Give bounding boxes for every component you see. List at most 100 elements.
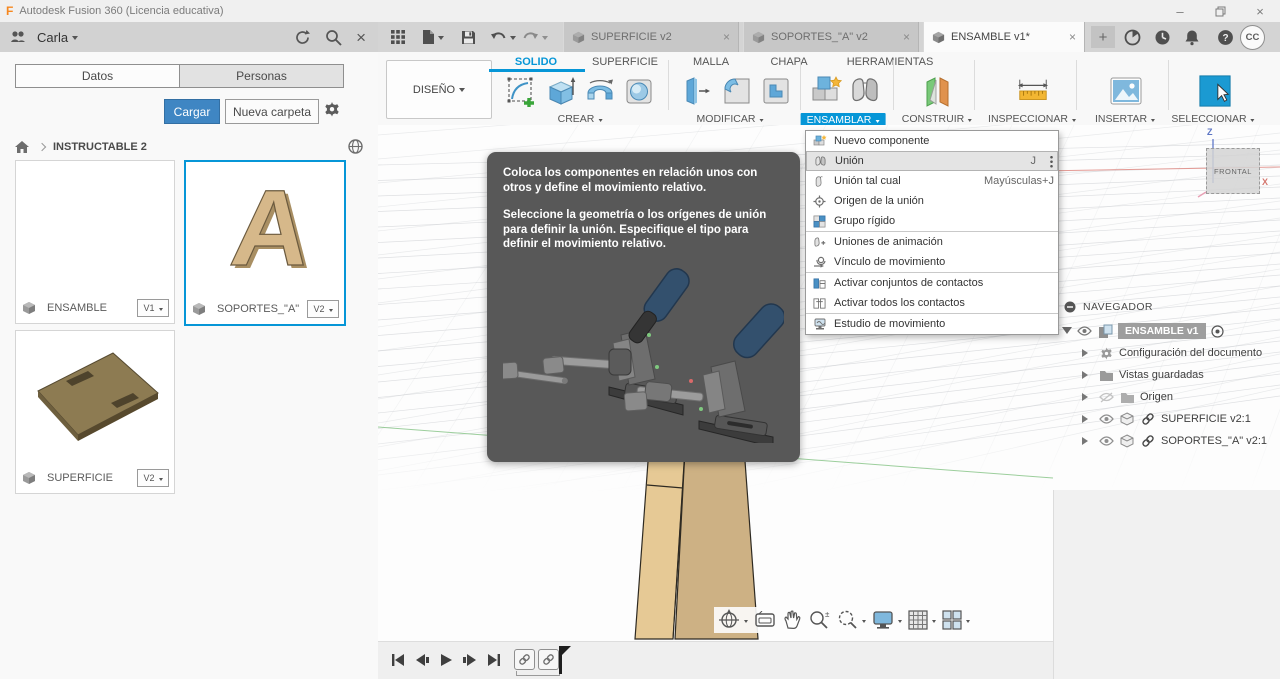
tab-datos[interactable]: Datos <box>15 64 179 88</box>
eye-icon[interactable] <box>1098 411 1114 427</box>
data-settings-gear-icon[interactable] <box>322 99 342 119</box>
group-label-crear[interactable]: CREAR <box>558 113 603 125</box>
browser-collapse-icon[interactable] <box>1062 299 1078 315</box>
menu-item-estudio-movimiento[interactable]: Estudio de movimiento <box>806 313 1058 334</box>
new-component-icon[interactable] <box>810 74 844 108</box>
new-folder-button[interactable]: Nueva carpeta <box>225 99 319 124</box>
ribbon-tab-chapa[interactable]: CHAPA <box>770 56 807 68</box>
browser-row-superficie[interactable]: SUPERFICIE v2:1 <box>1062 408 1278 430</box>
team-name[interactable]: Carla <box>37 30 68 45</box>
tab-personas[interactable]: Personas <box>179 64 344 88</box>
expand-icon[interactable] <box>1082 393 1092 401</box>
refresh-icon[interactable] <box>294 29 311 46</box>
menu-item-uniones-animacion[interactable]: Uniones de animación <box>806 231 1058 252</box>
timeline-skip-start-button[interactable] <box>388 650 408 670</box>
expand-icon[interactable] <box>1062 327 1072 339</box>
menu-item-options-icon[interactable] <box>1050 154 1053 168</box>
help-icon[interactable]: ? <box>1213 25 1237 49</box>
group-label-modificar[interactable]: MODIFICAR <box>697 113 764 125</box>
home-icon[interactable] <box>14 140 30 154</box>
version-dropdown[interactable]: V2 <box>137 469 169 487</box>
hole-icon[interactable] <box>622 74 656 108</box>
user-avatar[interactable]: CC <box>1240 25 1265 50</box>
select-tool-icon[interactable] <box>1198 74 1232 108</box>
close-tab-icon[interactable]: × <box>713 30 730 44</box>
press-pull-icon[interactable] <box>681 74 715 108</box>
menu-item-origen-union[interactable]: Origen de la unión <box>806 191 1058 211</box>
joint-icon[interactable] <box>848 74 882 108</box>
menu-item-union[interactable]: Unión J <box>806 151 1058 171</box>
viewports-icon[interactable] <box>942 610 970 630</box>
activate-radio-icon[interactable] <box>1210 323 1226 339</box>
file-menu-icon[interactable] <box>416 25 440 49</box>
fillet-icon[interactable] <box>720 74 754 108</box>
menu-item-activar-todos[interactable]: Activar todos los contactos <box>806 293 1058 313</box>
construct-plane-icon[interactable] <box>921 74 955 108</box>
workspace-selector[interactable]: DISEÑO <box>386 60 492 119</box>
menu-item-union-tal-cual[interactable]: Unión tal cual Mayúsculas+J <box>806 171 1058 191</box>
expand-icon[interactable] <box>1082 371 1092 379</box>
measure-icon[interactable] <box>1016 74 1050 108</box>
pan-hand-icon[interactable] <box>782 610 802 630</box>
menu-item-activar-conjuntos[interactable]: Activar conjuntos de contactos <box>806 272 1058 293</box>
shared-globe-icon[interactable] <box>347 138 364 155</box>
app-grid-icon[interactable] <box>386 25 410 49</box>
eye-icon[interactable] <box>1076 323 1092 339</box>
notifications-bell-icon[interactable] <box>1180 25 1204 49</box>
browser-row-saved-views[interactable]: Vistas guardadas <box>1062 364 1278 386</box>
extensions-icon[interactable] <box>1120 25 1144 49</box>
eye-icon[interactable] <box>1098 433 1114 449</box>
ribbon-tab-solido[interactable]: SOLIDO <box>515 56 557 68</box>
upload-button[interactable]: Cargar <box>164 99 220 124</box>
eye-off-icon[interactable] <box>1098 389 1114 405</box>
zoom-window-icon[interactable] <box>836 609 866 631</box>
file-menu-caret-icon[interactable] <box>438 36 444 43</box>
minimize-button[interactable]: – <box>1160 1 1200 22</box>
viewcube[interactable]: FRONTAL <box>1206 148 1260 194</box>
redo-icon[interactable] <box>518 25 542 49</box>
revolve-icon[interactable] <box>583 74 617 108</box>
orbit-icon[interactable] <box>718 609 748 631</box>
expand-icon[interactable] <box>1082 415 1092 423</box>
timeline-step-back-button[interactable] <box>412 650 432 670</box>
group-label-seleccionar[interactable]: SELECCIONAR <box>1171 113 1255 125</box>
restore-button[interactable] <box>1200 1 1240 22</box>
group-label-inspeccionar[interactable]: INSPECCIONAR <box>988 113 1076 125</box>
doc-tab-ensamble[interactable]: ENSAMBLE v1* × <box>923 22 1085 52</box>
viewport-canvas[interactable]: FRONTAL Z X NAVEGADOR ENSAMBLE v1 Config… <box>378 125 1280 679</box>
version-dropdown[interactable]: V1 <box>137 299 169 317</box>
save-icon[interactable] <box>456 25 480 49</box>
timeline-skip-end-button[interactable] <box>484 650 504 670</box>
zoom-icon[interactable]: ± <box>808 609 830 631</box>
team-dropdown-icon[interactable] <box>72 35 79 43</box>
menu-item-grupo-rigido[interactable]: Grupo rígido <box>806 211 1058 231</box>
create-sketch-icon[interactable] <box>505 74 539 108</box>
card-soportes[interactable]: A A SOPORTES_"A" V2 <box>184 160 346 326</box>
ribbon-tab-superficie[interactable]: SUPERFICIE <box>592 56 658 68</box>
redo-caret-icon[interactable] <box>542 36 548 43</box>
search-icon[interactable] <box>325 29 342 46</box>
version-dropdown[interactable]: V2 <box>307 300 339 318</box>
timeline-joint-feature-1[interactable] <box>514 649 535 670</box>
browser-root-row[interactable]: ENSAMBLE v1 <box>1062 320 1278 342</box>
card-ensamble[interactable]: ENSAMBLE V1 <box>15 160 175 324</box>
menu-item-vinculo-movimiento[interactable]: Vínculo de movimiento <box>806 252 1058 272</box>
ribbon-tab-malla[interactable]: MALLA <box>693 56 729 68</box>
look-at-icon[interactable] <box>754 611 776 629</box>
job-status-clock-icon[interactable] <box>1150 25 1174 49</box>
timeline-step-forward-button[interactable] <box>460 650 480 670</box>
doc-tab-soportes[interactable]: SOPORTES_"A" v2 × <box>743 22 919 52</box>
browser-row-doc-settings[interactable]: Configuración del documento <box>1062 342 1278 364</box>
doc-tab-superficie[interactable]: SUPERFICIE v2 × <box>563 22 739 52</box>
timeline-joint-feature-2[interactable] <box>538 649 559 670</box>
new-tab-button[interactable]: + <box>1091 26 1115 48</box>
group-label-construir[interactable]: CONSTRUIR <box>902 113 973 125</box>
card-superficie[interactable]: SUPERFICIE V2 <box>15 330 175 494</box>
undo-icon[interactable] <box>486 25 510 49</box>
shell-icon[interactable] <box>759 74 793 108</box>
grid-settings-icon[interactable] <box>908 610 936 630</box>
close-window-button[interactable]: × <box>1240 1 1280 22</box>
breadcrumb-folder[interactable]: INSTRUCTABLE 2 <box>53 141 147 153</box>
menu-item-nuevo-componente[interactable]: Nuevo componente <box>806 131 1058 151</box>
close-panel-icon[interactable]: × <box>356 29 366 46</box>
